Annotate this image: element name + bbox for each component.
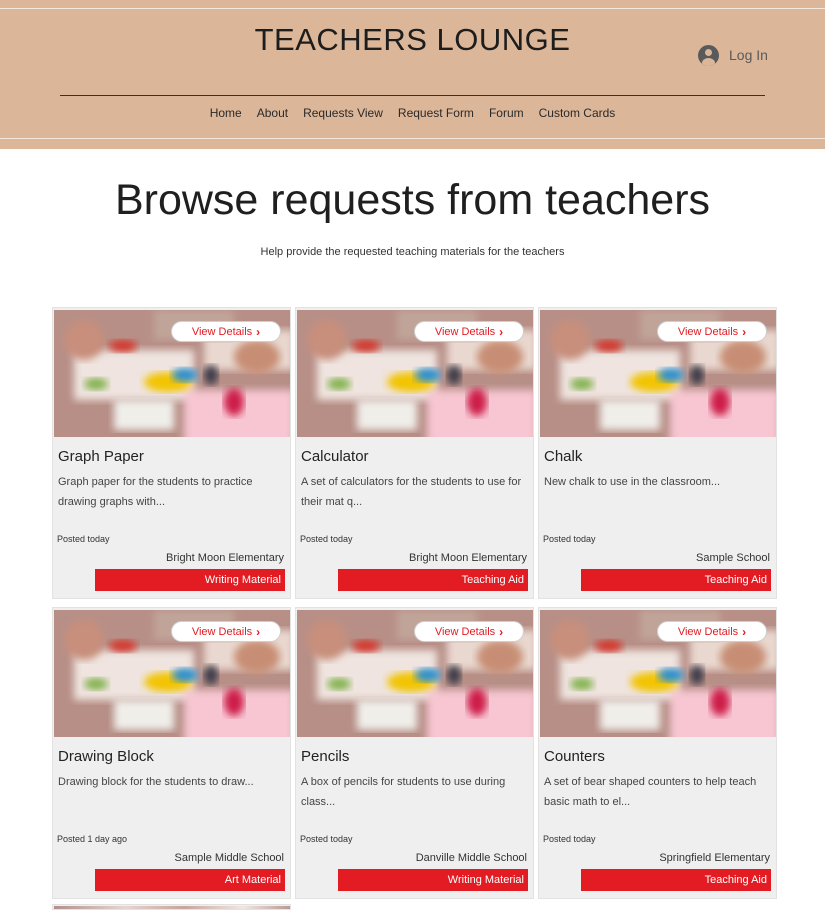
view-details-button[interactable]: View Details › — [657, 621, 767, 642]
nav-divider — [60, 95, 765, 96]
card-category-tag: Art Material — [95, 869, 285, 891]
chevron-right-icon: › — [256, 624, 261, 639]
card-posted-date: Posted today — [300, 534, 353, 544]
nav-item-requests-view[interactable]: Requests View — [303, 106, 383, 120]
card-school: Springfield Elementary — [659, 852, 770, 864]
card-description: A set of calculators for the students to… — [301, 476, 522, 508]
card-school: Sample Middle School — [174, 852, 284, 864]
card-description: A set of bear shaped counters to help te… — [544, 776, 757, 808]
card-description: A box of pencils for students to use dur… — [301, 776, 506, 808]
chevron-right-icon: › — [256, 324, 261, 339]
nav-item-forum[interactable]: Forum — [489, 106, 524, 120]
chevron-right-icon: › — [742, 324, 747, 339]
card-posted-date: Posted 1 day ago — [57, 834, 128, 844]
view-details-button[interactable]: View Details › — [171, 621, 281, 642]
view-details-button[interactable]: View Details › — [414, 621, 524, 642]
card-title[interactable]: Drawing Block — [58, 748, 154, 765]
card-title[interactable]: Graph Paper — [58, 448, 144, 465]
request-card[interactable]: View Details › Graph Paper Graph paper f… — [52, 307, 291, 599]
card-school: Sample School — [696, 552, 770, 564]
nav-item-custom-cards[interactable]: Custom Cards — [539, 106, 616, 120]
view-details-label: View Details — [434, 325, 496, 338]
card-description: Graph paper for the students to practice… — [58, 476, 253, 508]
page-subtitle: Help provide the requested teaching mate… — [260, 246, 565, 258]
card-category-tag: Teaching Aid — [581, 569, 771, 591]
view-details-button[interactable]: View Details › — [657, 321, 767, 342]
login-label: Log In — [729, 47, 768, 63]
card-category-tag: Writing Material — [95, 569, 285, 591]
main-nav: Home About Requests View Request Form Fo… — [0, 106, 825, 120]
nav-item-home[interactable]: Home — [210, 106, 242, 120]
card-title[interactable]: Chalk — [544, 448, 582, 465]
card-posted-date: Posted today — [300, 834, 353, 844]
card-school: Bright Moon Elementary — [409, 552, 527, 564]
card-posted-date: Posted today — [543, 534, 596, 544]
card-school: Bright Moon Elementary — [166, 552, 284, 564]
site-header: TEACHERS LOUNGE Log In Home About Reques… — [0, 0, 825, 149]
header-top-line — [0, 8, 825, 9]
request-card[interactable]: View Details › Chalk New chalk to use in… — [538, 307, 777, 599]
card-title[interactable]: Counters — [544, 748, 605, 765]
nav-item-about[interactable]: About — [257, 106, 288, 120]
card-posted-date: Posted today — [543, 834, 596, 844]
nav-item-request-form[interactable]: Request Form — [398, 106, 474, 120]
view-details-label: View Details — [191, 625, 253, 638]
view-details-label: View Details — [677, 625, 739, 638]
card-category-tag: Teaching Aid — [581, 869, 771, 891]
card-description: Drawing block for the students to draw..… — [58, 776, 254, 788]
chevron-right-icon: › — [742, 624, 747, 639]
header-bottom-line — [0, 138, 825, 139]
card-posted-date: Posted today — [57, 534, 110, 544]
page-title: Browse requests from teachers — [114, 176, 711, 224]
request-card[interactable]: View Details › Counters A set of bear sh… — [538, 607, 777, 899]
user-avatar-icon — [698, 44, 719, 66]
card-category-tag: Teaching Aid — [338, 569, 528, 591]
view-details-button[interactable]: View Details › — [171, 321, 281, 342]
view-details-label: View Details — [191, 325, 253, 338]
chevron-right-icon: › — [499, 624, 504, 639]
request-card[interactable]: View Details › Drawing Block Drawing blo… — [52, 607, 291, 899]
request-card[interactable]: View Details › Calculator A set of calcu… — [295, 307, 534, 599]
card-school: Danville Middle School — [415, 852, 527, 864]
request-grid: View Details › Graph Paper Graph paper f… — [52, 307, 778, 899]
card-description: New chalk to use in the classroom... — [544, 476, 721, 488]
view-details-label: View Details — [434, 625, 496, 638]
card-title[interactable]: Pencils — [301, 748, 349, 765]
card-category-tag: Writing Material — [338, 869, 528, 891]
request-card[interactable]: View Details › Pencils A box of pencils … — [295, 607, 534, 899]
card-title[interactable]: Calculator — [301, 448, 369, 465]
login-button[interactable]: Log In — [698, 43, 768, 67]
chevron-right-icon: › — [499, 324, 504, 339]
view-details-label: View Details — [677, 325, 739, 338]
card-image — [54, 906, 290, 909]
view-details-button[interactable]: View Details › — [414, 321, 524, 342]
request-card-partial[interactable] — [52, 904, 291, 910]
